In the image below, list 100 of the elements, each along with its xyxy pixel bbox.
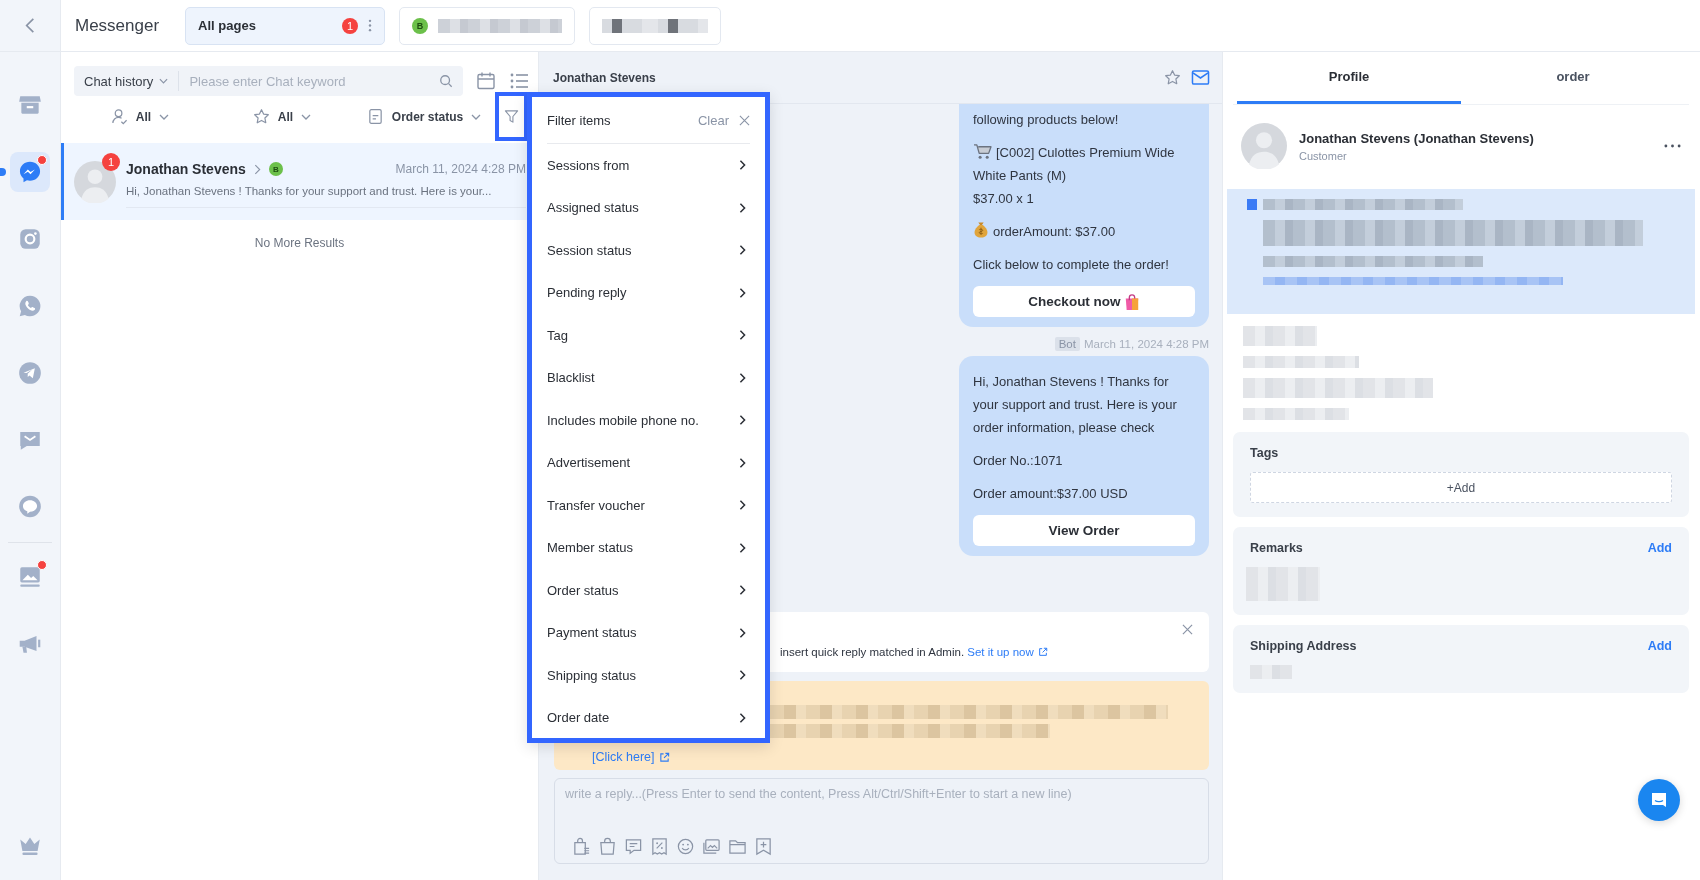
- menu-item[interactable]: Includes mobile phone no.: [547, 399, 750, 442]
- customer-role: Customer: [1299, 149, 1348, 162]
- chevron-icon: [739, 542, 746, 553]
- caret-icon: [159, 113, 170, 120]
- close-icon[interactable]: [739, 114, 750, 126]
- filter-dropdown[interactable]: Order status: [366, 108, 482, 125]
- message-text: Order amount:$37.00 USD: [973, 485, 1129, 503]
- page-tab[interactable]: B: [399, 6, 576, 45]
- more-icon[interactable]: [1664, 144, 1681, 148]
- chevron-icon: [739, 712, 746, 723]
- message-time: March 11, 2024 4:28 PM: [1083, 338, 1209, 350]
- coupon-icon[interactable]: [650, 837, 669, 856]
- money-bag-icon: [973, 220, 989, 239]
- back-icon[interactable]: [25, 17, 35, 34]
- customer-name: Jonathan Stevens (Jonathan Stevens): [1299, 130, 1535, 146]
- emoji-icon[interactable]: [676, 837, 695, 856]
- reply-field[interactable]: write a reply...(Press Enter to send the content, Press Alt/Ctrl/Shift+Enter to start a new line): [554, 778, 1209, 864]
- active-indicator: [0, 168, 6, 176]
- scope-dropdown[interactable]: Chat history: [74, 71, 180, 91]
- phone-bubble-icon: [17, 293, 43, 319]
- menu-item[interactable]: Order status: [547, 569, 750, 612]
- shopping-bag-icon: [1123, 292, 1140, 311]
- message-text: $37.00 x 1: [973, 190, 1035, 208]
- contact-name: Jonathan Stevens: [553, 70, 656, 85]
- menu-item[interactable]: Pending reply: [547, 271, 750, 314]
- cart-icon: [973, 143, 992, 160]
- menu-item[interactable]: Order date: [547, 696, 750, 739]
- avatar: [1241, 123, 1287, 169]
- caret-icon: [471, 113, 482, 120]
- filter-button[interactable]: [495, 92, 528, 141]
- bag-icon[interactable]: [598, 837, 617, 856]
- menu-item[interactable]: Session status: [547, 229, 750, 272]
- message-icon[interactable]: [624, 837, 643, 856]
- chevron-icon: [739, 287, 746, 298]
- message-text: Hi, Jonathan Stevens ! Thanks for your support and trust. Here is your order information, please check: [973, 373, 1178, 437]
- section-title: Tags: [1250, 446, 1279, 460]
- chat-support-button[interactable]: [1638, 779, 1680, 821]
- page-avatar: B: [412, 17, 429, 34]
- filter-dropdown[interactable]: All: [110, 108, 170, 125]
- menu-item[interactable]: Tag: [547, 314, 750, 357]
- chevron-icon: [739, 457, 746, 468]
- menu-item[interactable]: Member status: [547, 526, 750, 569]
- chevron-icon: [739, 245, 746, 256]
- page-avatar: B: [268, 162, 283, 176]
- picture-icon: [17, 564, 43, 590]
- menu-title: Filter items: [547, 112, 612, 128]
- unread-badge: 1: [102, 152, 120, 171]
- external-link-icon: [658, 751, 670, 763]
- speech-bubble-icon: [17, 494, 43, 520]
- message-time: March 11, 2024 4:28 PM: [395, 162, 526, 176]
- add-link[interactable]: Add: [1647, 639, 1672, 653]
- filter-dropdown[interactable]: All: [252, 108, 312, 125]
- setup-link[interactable]: Set it up now: [967, 646, 1048, 658]
- caret-icon: [159, 78, 169, 84]
- menu-item[interactable]: Payment status: [547, 611, 750, 654]
- add-link[interactable]: Add: [1647, 541, 1672, 555]
- chevron-icon: [739, 670, 746, 681]
- menu-item[interactable]: Shipping status: [547, 654, 750, 697]
- page-tab[interactable]: All pages 1: [185, 6, 386, 45]
- message-text: following products below!: [973, 111, 1120, 129]
- bookmark-plus-icon[interactable]: [754, 837, 773, 856]
- star-icon[interactable]: [1164, 69, 1181, 86]
- chevron-icon: [739, 627, 746, 638]
- message-text: Click below to complete the order!: [973, 256, 1170, 274]
- calendar-icon[interactable]: [476, 71, 496, 91]
- count-badge: 1: [342, 17, 359, 34]
- list-icon[interactable]: [509, 71, 529, 91]
- page-tab[interactable]: [589, 6, 722, 45]
- app-title: Messenger: [75, 15, 160, 36]
- notification-dot: [37, 560, 47, 570]
- menu-item[interactable]: Blacklist: [547, 356, 750, 399]
- chevron-icon: [739, 585, 746, 596]
- catalog-icon[interactable]: [572, 837, 591, 856]
- section-title: Remarks: [1250, 541, 1303, 555]
- menu-item[interactable]: Sessions from: [547, 144, 750, 187]
- panel-tab[interactable]: Profile: [1237, 52, 1461, 104]
- menu-item[interactable]: Transfer voucher: [547, 484, 750, 527]
- chevron-icon: [739, 372, 746, 383]
- search-field[interactable]: Chat history Please enter Chat keyword: [74, 66, 463, 96]
- notification-dot: [37, 155, 47, 165]
- paper-plane-icon: [17, 360, 43, 386]
- image-icon[interactable]: [702, 837, 721, 856]
- sender-tag: Bot: [1054, 337, 1080, 351]
- menu-item[interactable]: Assigned status: [547, 186, 750, 229]
- sidebar-item[interactable]: [10, 152, 50, 192]
- search-icon[interactable]: [439, 74, 453, 88]
- page-tab-label: All pages: [198, 18, 257, 33]
- close-icon[interactable]: [1182, 624, 1193, 635]
- menu-item[interactable]: Advertisement: [547, 441, 750, 484]
- mail-icon[interactable]: [1191, 69, 1210, 86]
- message-button[interactable]: Checkout now: [973, 286, 1195, 317]
- star-icon: [252, 108, 270, 125]
- add-tag-button[interactable]: +Add: [1250, 472, 1672, 503]
- lightning-chat-icon: [17, 159, 43, 185]
- folder-icon[interactable]: [728, 837, 747, 856]
- chat-icon: [1649, 790, 1669, 810]
- panel-tab[interactable]: order: [1461, 52, 1685, 104]
- message-text: orderAmount: $37.00: [973, 220, 1195, 243]
- message-button[interactable]: View Order: [973, 515, 1195, 546]
- chevron-icon: [739, 160, 746, 171]
